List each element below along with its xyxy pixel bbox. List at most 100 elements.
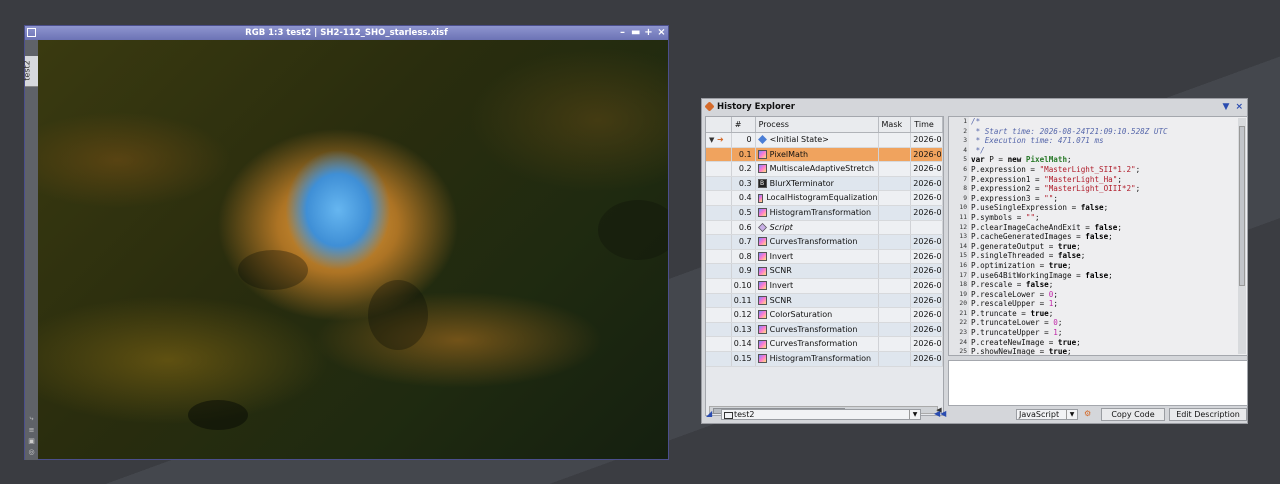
image-selector[interactable]: test2 ▼ <box>721 409 921 420</box>
table-row[interactable]: 0.14 CurvesTransformation 2026-0 <box>706 337 943 352</box>
code-line: 24 P.createNewImage = true; <box>949 337 1247 348</box>
table-row[interactable]: 0.12 ColorSaturation 2026-0 <box>706 308 943 323</box>
language-value: JavaScript <box>1019 410 1060 419</box>
table-row[interactable]: 0.5 HistogramTransformation 2026-0 <box>706 205 943 221</box>
row-process: <Initial State> <box>756 133 879 147</box>
process-icon <box>757 252 767 262</box>
table-row[interactable]: 0.8 Invert 2026-0 <box>706 249 943 265</box>
code-token: "MasterLight_SII*1.2" <box>1039 164 1136 174</box>
table-row[interactable]: 0.9 SCNR 2026-0 <box>706 264 943 279</box>
copy-code-button[interactable]: Copy Code <box>1101 408 1165 421</box>
close-icon[interactable]: × <box>657 26 666 40</box>
maximize-icon[interactable]: + <box>644 26 653 40</box>
row-marker <box>706 308 732 322</box>
history-explorer-titlebar[interactable]: History Explorer ▼ × <box>702 99 1247 115</box>
row-process: CurvesTransformation <box>756 235 879 249</box>
vertical-scrollbar[interactable] <box>1238 118 1246 354</box>
scrollbar-thumb[interactable] <box>1239 126 1245 286</box>
collapse-icon[interactable]: ▼ <box>1223 99 1230 115</box>
row-number: 0.13 <box>732 322 756 337</box>
process-name: LocalHistogramEqualization <box>766 193 878 203</box>
row-process: CurvesTransformation <box>756 337 879 351</box>
code-line: 11 P.symbols = ""; <box>949 212 1247 223</box>
table-row[interactable]: 0.10 Invert 2026-0 <box>706 278 943 294</box>
code-token: ; <box>1076 337 1081 347</box>
table-row[interactable]: 0.4 LocalHistogramEqualization 2026-0 <box>706 191 943 206</box>
history-explorer-icon <box>704 101 715 112</box>
code-token: P.clearImageCacheAndExit = <box>971 222 1095 232</box>
rewind-icon[interactable]: ◀◀ <box>934 409 946 418</box>
view-tab[interactable]: test2 <box>23 56 38 87</box>
history-explorer-title: History Explorer <box>717 102 795 112</box>
table-row[interactable]: 0.7 CurvesTransformation 2026-0 <box>706 235 943 250</box>
row-marker <box>706 176 732 191</box>
code-token: /* <box>971 117 981 126</box>
code-token: P.symbols = <box>971 212 1026 222</box>
code-token: P.singleThreaded = <box>971 251 1058 261</box>
close-icon[interactable]: × <box>1235 99 1243 115</box>
table-row[interactable]: 0.13 CurvesTransformation 2026-0 <box>706 322 943 338</box>
image-window[interactable]: RGB 1:3 test2 | SH2-112_SHO_starless.xis… <box>23 25 669 460</box>
history-explorer-window[interactable]: History Explorer ▼ × # Process Mask Time… <box>701 98 1248 424</box>
settings-icon[interactable]: ⚙ <box>1084 409 1091 418</box>
code-line: 21 P.truncate = true; <box>949 308 1247 319</box>
code-token: P.generateOutput = <box>971 241 1058 251</box>
row-marker <box>706 205 732 220</box>
pin-icon[interactable]: ⤷ <box>30 414 34 423</box>
code-line: 22 P.truncateLower = 0; <box>949 318 1247 329</box>
link-icon[interactable]: ≡ <box>29 426 35 434</box>
row-time: 2026-0 <box>911 191 943 205</box>
table-row[interactable]: 0.6 Script <box>706 220 943 236</box>
column-header-number[interactable]: # <box>732 117 756 132</box>
column-header-process[interactable]: Process <box>756 117 879 132</box>
line-number: 17 <box>949 270 969 281</box>
image-canvas[interactable] <box>38 40 668 459</box>
table-row[interactable]: 0.15 HistogramTransformation 2026-0 <box>706 351 943 367</box>
code-token: true <box>1030 308 1049 318</box>
process-icon <box>757 164 767 174</box>
table-row[interactable]: ▼ ➜ 0 <Initial State> 2026-0 <box>706 133 943 148</box>
column-header-mask[interactable]: Mask <box>879 117 912 132</box>
history-table[interactable]: # Process Mask Time ▼ ➜ 0 <Initial State> 2… <box>705 116 944 416</box>
dust-lane <box>188 400 248 430</box>
minimize-icon[interactable]: – <box>618 26 627 40</box>
row-process: B BlurXTerminator <box>756 176 879 191</box>
table-row[interactable]: 0.11 SCNR 2026-0 <box>706 293 943 309</box>
row-mask <box>879 220 912 235</box>
row-time: 2026-0 <box>911 322 943 337</box>
code-viewer[interactable]: 1/* 2 * Start time: 2026-08-24T21:09:10.5… <box>948 116 1248 356</box>
row-time: 2026-0 <box>911 133 943 147</box>
image-window-titlebar[interactable]: RGB 1:3 test2 | SH2-112_SHO_starless.xis… <box>25 26 668 40</box>
row-marker <box>706 337 732 351</box>
code-token: P.createNewImage = <box>971 337 1058 347</box>
row-marker <box>706 191 732 205</box>
process-name: HistogramTransformation <box>769 353 872 363</box>
table-row[interactable]: 0.3 B BlurXTerminator 2026-0 <box>706 176 943 192</box>
row-marker <box>706 162 732 176</box>
row-mask <box>879 322 912 337</box>
row-marker <box>706 278 732 293</box>
history-table-header: # Process Mask Time <box>706 117 943 133</box>
edit-description-button[interactable]: Edit Description <box>1169 408 1247 421</box>
code-text: P.expression3 = ""; <box>969 194 1058 204</box>
code-text: /* <box>969 117 980 127</box>
target-icon[interactable]: ◎ <box>28 448 34 456</box>
chevron-down-icon[interactable]: ▼ <box>1066 410 1077 419</box>
line-number: 18 <box>949 280 969 290</box>
table-row[interactable]: 0.1 PixelMath 2026-0 <box>706 147 943 163</box>
row-number: 0.2 <box>732 162 756 176</box>
language-selector[interactable]: JavaScript ▼ <box>1016 409 1078 420</box>
code-text: P.clearImageCacheAndExit = false; <box>969 223 1122 233</box>
window-icon <box>27 28 36 37</box>
row-number: 0.8 <box>732 249 756 264</box>
table-row[interactable]: 0.2 MultiscaleAdaptiveStretch 2026-0 <box>706 162 943 177</box>
shade-icon[interactable]: ▬ <box>631 26 640 40</box>
code-token: P = <box>984 155 1008 165</box>
description-box[interactable] <box>948 360 1248 406</box>
column-header-time[interactable]: Time <box>911 117 943 132</box>
corner-arrow-icon[interactable]: ◢ <box>706 409 712 418</box>
expand-icon[interactable]: ▼ <box>706 136 714 144</box>
row-process: CurvesTransformation <box>756 322 879 337</box>
chevron-down-icon[interactable]: ▼ <box>909 410 920 419</box>
mask-icon[interactable]: ▣ <box>28 437 35 445</box>
